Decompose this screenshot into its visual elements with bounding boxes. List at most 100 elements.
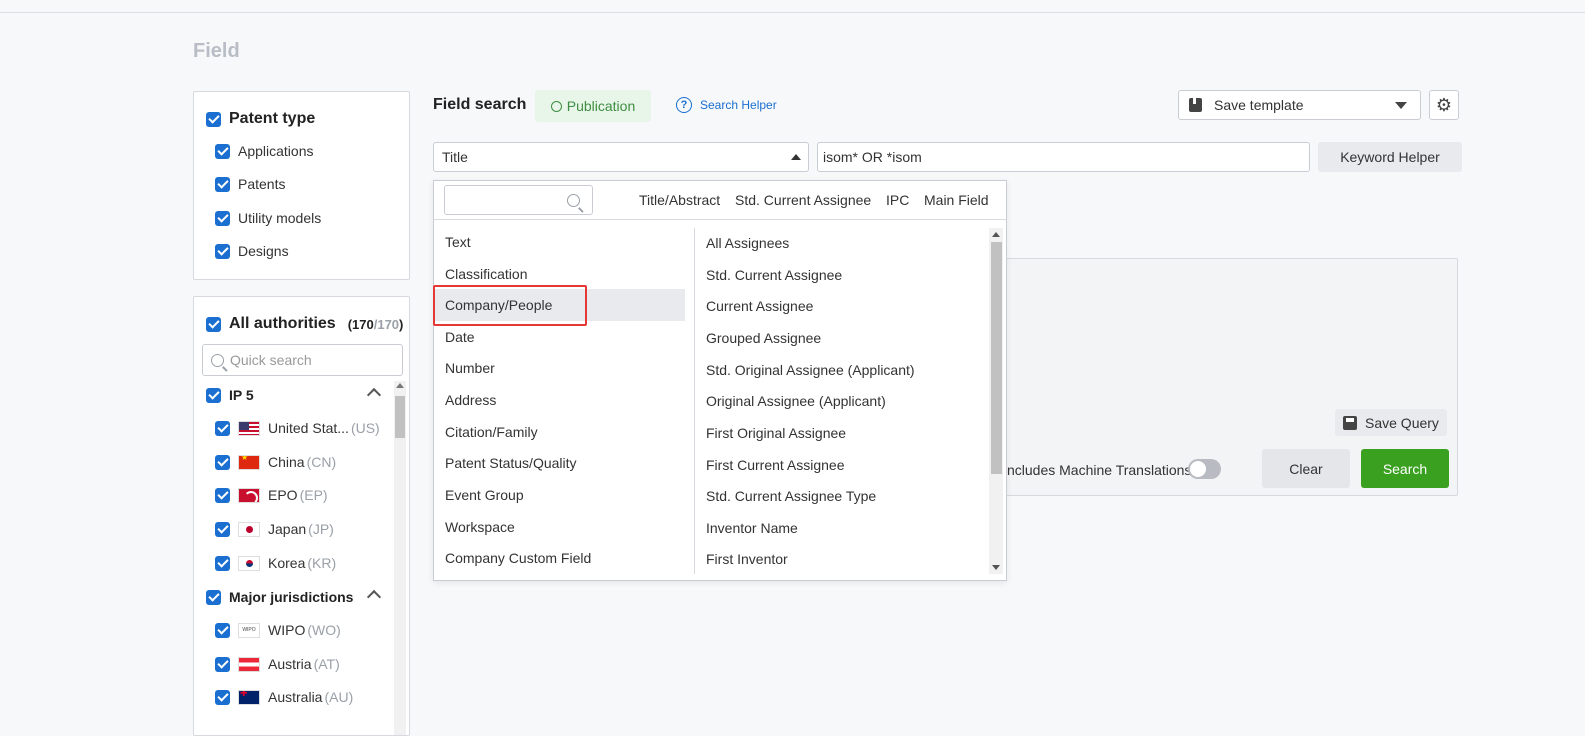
scrollbar-thumb[interactable] — [395, 396, 405, 438]
save-template-dropdown[interactable]: Save template — [1178, 90, 1421, 120]
authorities-scrollbar[interactable] — [394, 381, 406, 736]
keyword-input[interactable]: isom* OR *isom — [817, 142, 1310, 172]
all-authorities-header[interactable]: All authorities (170/170) — [206, 315, 403, 333]
checkbox[interactable] — [215, 144, 230, 159]
search-button[interactable]: Search — [1361, 449, 1449, 488]
group-major-jurisdictions[interactable]: Major jurisdictions — [206, 589, 353, 605]
option-label: Designs — [238, 243, 289, 259]
scroll-up-icon[interactable] — [396, 383, 404, 388]
patent-type-checkbox[interactable] — [206, 112, 221, 127]
authority-item-ep[interactable]: EPO(EP) — [215, 487, 328, 503]
authority-item-wo[interactable]: WIPO WIPO(WO) — [215, 622, 341, 638]
all-authorities-checkbox[interactable] — [206, 317, 221, 332]
checkbox[interactable] — [215, 244, 230, 259]
field-std-original-assignee[interactable]: Std. Original Assignee (Applicant) — [706, 362, 915, 378]
quick-field-ipc[interactable]: IPC — [886, 192, 909, 208]
checkbox[interactable] — [215, 488, 230, 503]
quick-field-title-abstract[interactable]: Title/Abstract — [639, 192, 720, 208]
option-label: Patents — [238, 176, 285, 192]
checkbox[interactable] — [215, 556, 230, 571]
authority-name: Australia — [268, 689, 322, 705]
checkbox[interactable] — [215, 690, 230, 705]
authorities-count: (170/170) — [348, 317, 404, 332]
category-text[interactable]: Text — [434, 226, 685, 258]
quick-field-std-current-assignee[interactable]: Std. Current Assignee — [735, 192, 871, 208]
category-company-people[interactable]: Company/People — [434, 289, 685, 321]
checkbox[interactable] — [215, 421, 230, 436]
all-authorities-label: All authorities — [229, 315, 336, 333]
group-label: Major jurisdictions — [229, 589, 353, 605]
patent-type-option-designs[interactable]: Designs — [215, 243, 289, 259]
category-address[interactable]: Address — [434, 384, 685, 416]
bookmark-icon — [1189, 98, 1202, 112]
checkbox[interactable] — [215, 657, 230, 672]
at-flag-icon — [238, 657, 260, 672]
jp-flag-icon — [238, 522, 260, 537]
machine-translations-label: ncludes Machine Translations — [1007, 462, 1191, 478]
category-company-custom-field[interactable]: Company Custom Field — [434, 542, 685, 574]
field-dropdown: Title/Abstract Std. Current Assignee IPC… — [433, 180, 1007, 581]
category-workspace[interactable]: Workspace — [434, 511, 685, 543]
authority-code: (EP) — [300, 487, 328, 503]
field-grouped-assignee[interactable]: Grouped Assignee — [706, 330, 821, 346]
category-event-group[interactable]: Event Group — [434, 479, 685, 511]
authority-quick-search-input[interactable]: Quick search — [202, 344, 403, 376]
field-first-current-assignee[interactable]: First Current Assignee — [706, 457, 845, 473]
quick-field-main-field[interactable]: Main Field — [924, 192, 989, 208]
search-helper-link[interactable]: ? Search Helper — [676, 97, 777, 113]
category-citation-family[interactable]: Citation/Family — [434, 416, 685, 448]
keyword-input-value: isom* OR *isom — [823, 149, 922, 165]
collapse-chevron-icon[interactable] — [367, 590, 381, 604]
authority-item-at[interactable]: Austria(AT) — [215, 656, 340, 672]
checkbox[interactable] — [215, 211, 230, 226]
field-select-value: Title — [442, 149, 468, 165]
authority-item-us[interactable]: United Stat...(US) — [215, 420, 380, 436]
patent-type-option-patents[interactable]: Patents — [215, 176, 285, 192]
category-patent-status-quality[interactable]: Patent Status/Quality — [434, 447, 685, 479]
keyword-helper-button[interactable]: Keyword Helper — [1318, 142, 1462, 172]
category-classification[interactable]: Classification — [434, 258, 685, 290]
collapse-chevron-icon[interactable] — [367, 388, 381, 402]
checkbox[interactable] — [206, 590, 221, 605]
patent-type-header[interactable]: Patent type — [206, 110, 315, 128]
help-circle-icon: ? — [676, 97, 692, 113]
checkbox[interactable] — [215, 623, 230, 638]
category-number[interactable]: Number — [434, 352, 685, 384]
authority-name: WIPO — [268, 622, 305, 638]
field-std-current-assignee-type[interactable]: Std. Current Assignee Type — [706, 488, 876, 504]
scroll-up-icon[interactable] — [992, 232, 1000, 237]
authority-item-jp[interactable]: Japan(JP) — [215, 521, 334, 537]
authority-code: (KR) — [307, 555, 336, 571]
authority-code: (WO) — [307, 622, 340, 638]
save-query-button[interactable]: Save Query — [1335, 409, 1447, 436]
dropdown-scrollbar[interactable] — [989, 228, 1003, 574]
category-date[interactable]: Date — [434, 321, 685, 353]
checkbox[interactable] — [215, 177, 230, 192]
field-first-inventor[interactable]: First Inventor — [706, 551, 788, 567]
checkbox[interactable] — [215, 455, 230, 470]
authority-item-au[interactable]: Australia(AU) — [215, 689, 353, 705]
publication-badge[interactable]: Publication — [535, 90, 651, 122]
authority-code: (AU) — [324, 689, 353, 705]
field-std-current-assignee[interactable]: Std. Current Assignee — [706, 267, 842, 283]
settings-button[interactable]: ⚙ — [1429, 90, 1459, 120]
field-select[interactable]: Title — [433, 142, 809, 172]
machine-translations-toggle[interactable] — [1188, 459, 1221, 479]
authority-item-kr[interactable]: Korea(KR) — [215, 555, 336, 571]
scroll-down-icon[interactable] — [992, 565, 1000, 570]
authority-name: Korea — [268, 555, 305, 571]
field-current-assignee[interactable]: Current Assignee — [706, 298, 813, 314]
field-inventor-name[interactable]: Inventor Name — [706, 520, 798, 536]
field-search-input[interactable] — [444, 185, 593, 215]
patent-type-option-utility-models[interactable]: Utility models — [215, 210, 321, 226]
patent-type-option-applications[interactable]: Applications — [215, 143, 314, 159]
clear-button[interactable]: Clear — [1262, 449, 1350, 488]
checkbox[interactable] — [215, 522, 230, 537]
scrollbar-thumb[interactable] — [991, 242, 1002, 474]
field-original-assignee[interactable]: Original Assignee (Applicant) — [706, 393, 886, 409]
field-first-original-assignee[interactable]: First Original Assignee — [706, 425, 846, 441]
authority-item-cn[interactable]: China(CN) — [215, 454, 336, 470]
checkbox[interactable] — [206, 388, 221, 403]
field-all-assignees[interactable]: All Assignees — [706, 235, 789, 251]
group-ip5[interactable]: IP 5 — [206, 387, 254, 403]
